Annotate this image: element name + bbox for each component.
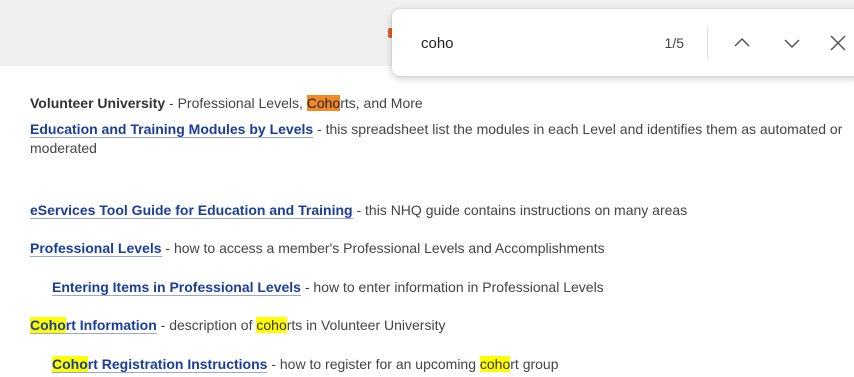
next-match-button[interactable] (778, 29, 806, 57)
close-icon (830, 35, 846, 51)
link-text: rt Information (65, 317, 157, 333)
list-item: Entering Items in Professional Levels - … (52, 278, 604, 297)
item-description: - description of (156, 317, 257, 333)
item-description: rts, and More (340, 95, 423, 111)
search-match: coho (256, 317, 287, 333)
cohort-registration-link[interactable]: Cohort Registration Instructions (52, 356, 268, 373)
item-description: rts in Volunteer University (286, 317, 446, 333)
cohort-information-link[interactable]: Cohort Information (30, 317, 157, 334)
divider (707, 27, 708, 59)
list-item: Cohort Information - description of coho… (30, 316, 445, 335)
search-match: Coho (30, 317, 66, 333)
list-item: eServices Tool Guide for Education and T… (30, 201, 687, 220)
list-item: Education and Training Modules by Levels… (30, 120, 854, 158)
item-title: Volunteer University (30, 95, 166, 111)
search-match: coho (479, 356, 511, 372)
match-count: 1/5 (664, 35, 684, 51)
active-search-match: Coho (306, 95, 341, 111)
education-training-modules-link[interactable]: Education and Training Modules by Levels (30, 121, 314, 138)
search-match: Coho (52, 356, 88, 372)
professional-levels-link[interactable]: Professional Levels (30, 240, 162, 257)
find-in-page-bar: 1/5 (392, 9, 854, 76)
chevron-up-icon (734, 37, 750, 47)
item-description: - this NHQ guide contains instructions o… (352, 202, 688, 218)
chevron-down-icon (784, 39, 800, 49)
find-input[interactable] (421, 31, 641, 55)
item-description: - how to register for an upcoming (267, 356, 480, 372)
close-find-button[interactable] (824, 29, 852, 57)
item-description: - Professional Levels, (165, 95, 307, 111)
eservices-tool-guide-link[interactable]: eServices Tool Guide for Education and T… (30, 202, 353, 219)
list-item: Cohort Registration Instructions - how t… (52, 355, 559, 374)
previous-match-button[interactable] (728, 29, 756, 57)
item-description: - how to access a member's Professional … (161, 240, 605, 256)
list-item: Volunteer University - Professional Leve… (30, 94, 423, 113)
item-description: rt group (510, 356, 559, 372)
item-description: - how to enter information in Profession… (300, 279, 604, 295)
entering-items-link[interactable]: Entering Items in Professional Levels (52, 279, 301, 296)
list-item: Professional Levels - how to access a me… (30, 239, 605, 258)
link-text: rt Registration Instructions (87, 356, 268, 372)
